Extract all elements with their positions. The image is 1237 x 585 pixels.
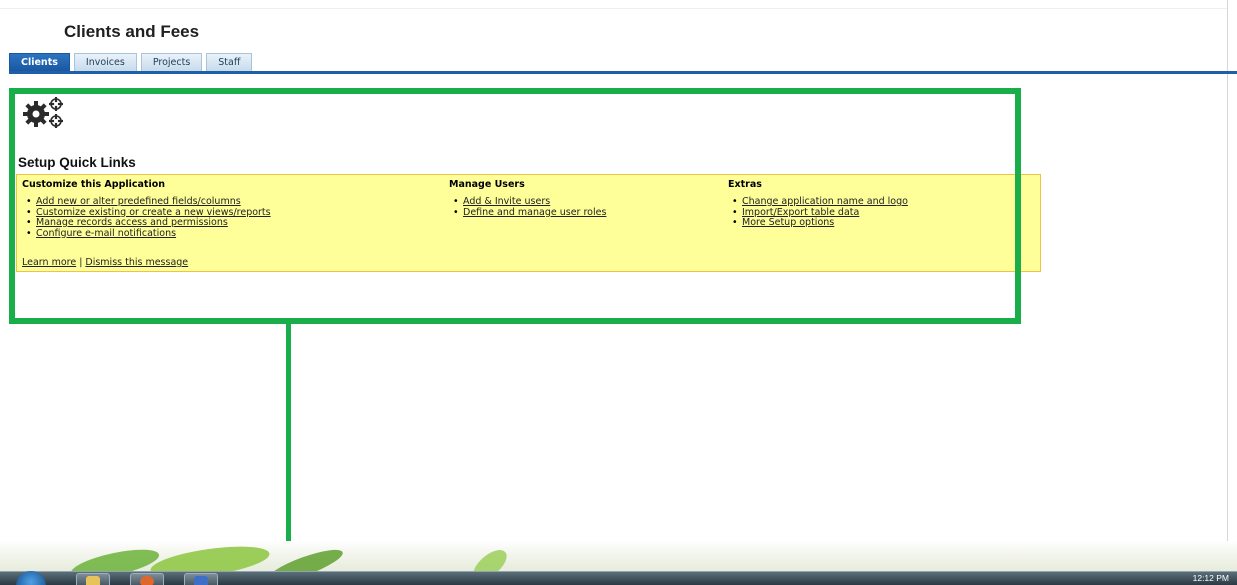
window-top-edge [0, 8, 1227, 9]
wallpaper-leaf [68, 543, 162, 571]
tab-bar: Clients Invoices Projects Staff [9, 53, 253, 71]
browser-icon [140, 576, 154, 585]
word-taskbar-button[interactable] [184, 573, 218, 585]
page-title: Clients and Fees [64, 22, 200, 41]
wallpaper-leaf [468, 544, 512, 571]
tab-staff[interactable]: Staff [206, 53, 253, 71]
tab-invoices[interactable]: Invoices [73, 53, 137, 71]
word-icon [194, 576, 208, 585]
windows-taskbar: 12:12 PM [0, 571, 1237, 585]
start-button[interactable] [16, 571, 46, 585]
window-right-edge [1227, 0, 1228, 555]
tab-clients[interactable]: Clients [9, 53, 70, 71]
wallpaper-leaf [148, 541, 272, 571]
tab-underline [9, 71, 1237, 74]
desktop-wallpaper [0, 541, 1237, 571]
highlight-frame [9, 88, 1021, 324]
wallpaper-leaf [264, 543, 346, 571]
explorer-taskbar-button[interactable] [76, 573, 110, 585]
taskbar-clock[interactable]: 12:12 PM [1193, 572, 1229, 584]
tab-projects[interactable]: Projects [140, 53, 203, 71]
browser-taskbar-button[interactable] [130, 573, 164, 585]
folder-icon [86, 576, 100, 585]
